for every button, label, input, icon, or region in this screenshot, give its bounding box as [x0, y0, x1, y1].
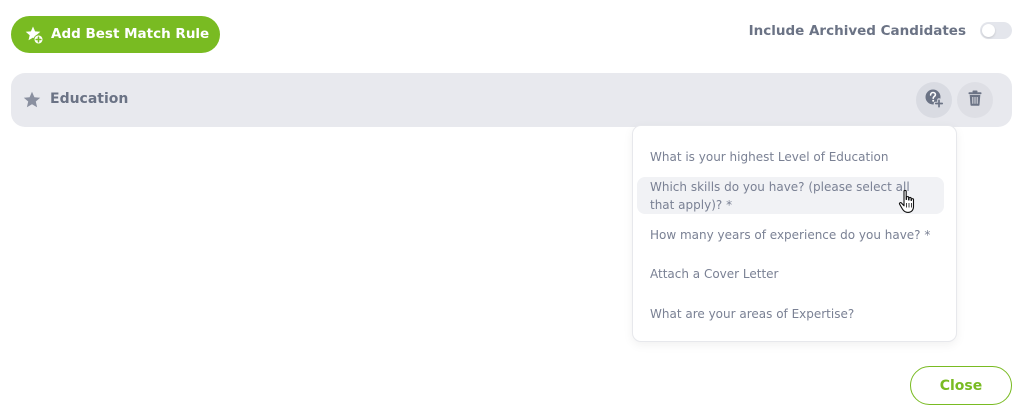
close-button[interactable]: Close: [910, 366, 1012, 405]
include-archived-control: Include Archived Candidates: [749, 22, 1012, 39]
question-dropdown: What is your highest Level of Education …: [632, 125, 957, 342]
include-archived-toggle[interactable]: [980, 22, 1012, 39]
add-question-button[interactable]: [916, 82, 952, 118]
star-plus-icon: [24, 25, 44, 45]
dropdown-item-cover-letter[interactable]: Attach a Cover Letter: [637, 265, 944, 283]
dropdown-item-education-level[interactable]: What is your highest Level of Education: [637, 148, 944, 166]
dropdown-item-experience-years[interactable]: How many years of experience do you have…: [637, 226, 944, 244]
toggle-knob: [982, 24, 995, 37]
add-best-match-rule-button[interactable]: Add Best Match Rule: [11, 16, 220, 53]
delete-rule-button[interactable]: [957, 82, 993, 118]
trash-icon: [968, 90, 982, 110]
rule-title: Education: [50, 91, 129, 107]
education-rule-bar: Education: [11, 73, 1012, 127]
dropdown-item-skills[interactable]: Which skills do you have? (please select…: [637, 177, 944, 214]
dropdown-item-expertise[interactable]: What are your areas of Expertise?: [637, 305, 944, 323]
include-archived-label: Include Archived Candidates: [748, 22, 966, 39]
add-best-match-rule-label: Add Best Match Rule: [51, 26, 210, 42]
question-add-icon: [924, 88, 945, 112]
star-icon: [22, 90, 42, 110]
